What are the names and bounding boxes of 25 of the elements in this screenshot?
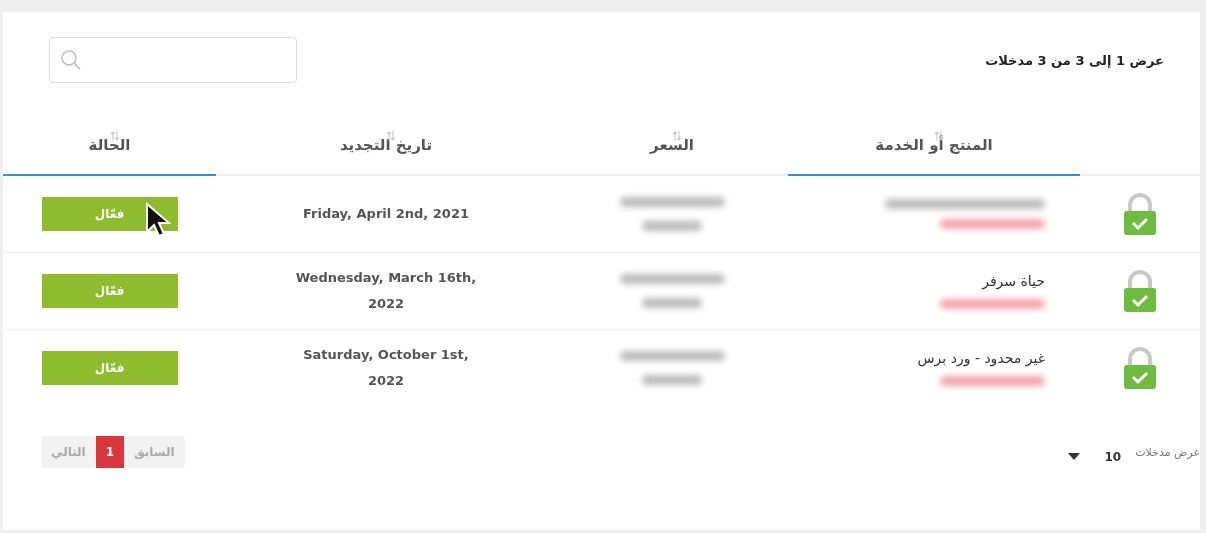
status-label: فعّال	[41, 197, 178, 231]
product-name: غير محدود - ورد برس	[917, 350, 1045, 366]
column-header[interactable]: تاريخ التجديد	[216, 116, 556, 176]
page-size-label: عرض مدخلات	[1135, 445, 1200, 459]
pagination-button[interactable]: 1	[95, 436, 125, 468]
status-label: فعّال	[41, 274, 178, 308]
renewal-date: Wednesday, March 16th, 2022	[294, 269, 478, 313]
renewal-date: Friday, April 2nd, 2021	[302, 205, 470, 223]
search-icon	[60, 49, 82, 71]
column-header[interactable]: المنتج أو الخدمة	[788, 116, 1080, 176]
redacted-text	[642, 375, 702, 385]
column-header[interactable]: الحالة	[3, 116, 216, 176]
lock-check-icon	[1123, 192, 1157, 236]
entries-info: عرض 1 إلى 3 من 3 مدخلات	[985, 52, 1164, 68]
caret-icon	[1068, 453, 1081, 461]
search-field[interactable]	[49, 37, 297, 83]
redacted-text	[642, 298, 702, 308]
redacted-text	[642, 221, 702, 231]
column-header[interactable]: السعر	[556, 116, 788, 176]
product-name: حياة سرفر	[982, 273, 1045, 289]
lock-check-icon	[1123, 269, 1157, 313]
status-label: فعّال	[41, 351, 178, 385]
page-size-select[interactable]: 10	[1068, 440, 1122, 464]
lock-check-icon	[1123, 346, 1157, 390]
renewal-date: Saturday, October 1st, 2022	[302, 346, 470, 390]
